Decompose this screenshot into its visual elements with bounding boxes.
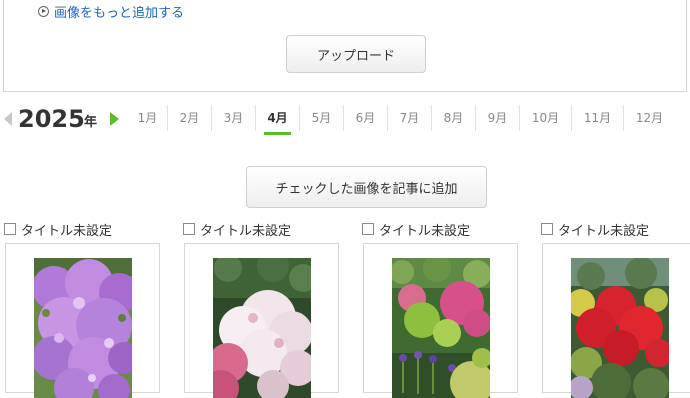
prev-year-arrow-icon[interactable] bbox=[4, 112, 12, 126]
image-card: タイトル未設定 bbox=[183, 218, 343, 398]
image-card: タイトル未設定 bbox=[362, 218, 522, 398]
image-title: タイトル未設定 bbox=[379, 223, 471, 239]
month-tab-7[interactable]: 7月 bbox=[387, 105, 431, 131]
image-thumbnail-frame[interactable] bbox=[542, 243, 690, 398]
month-tab-10[interactable]: 10月 bbox=[519, 105, 571, 131]
month-tab-5[interactable]: 5月 bbox=[299, 105, 343, 131]
month-tab-12[interactable]: 12月 bbox=[623, 105, 675, 131]
image-card: タイトル未設定 bbox=[541, 218, 690, 398]
image-select-checkbox[interactable] bbox=[4, 223, 16, 235]
month-tab-11[interactable]: 11月 bbox=[571, 105, 623, 131]
year-suffix: 年 bbox=[84, 115, 98, 130]
image-title: タイトル未設定 bbox=[200, 223, 292, 239]
year-label: 2025 bbox=[18, 105, 85, 133]
photo-white-azalea[interactable] bbox=[213, 258, 311, 398]
month-tab-3[interactable]: 3月 bbox=[211, 105, 255, 131]
photo-red-azalea[interactable] bbox=[571, 258, 669, 398]
image-title: タイトル未設定 bbox=[558, 223, 650, 239]
month-tab-9[interactable]: 9月 bbox=[475, 105, 519, 131]
image-select-checkbox[interactable] bbox=[362, 223, 374, 235]
image-thumbnail-frame[interactable] bbox=[5, 243, 160, 398]
add-checked-images-button[interactable]: チェックした画像を記事に追加 bbox=[246, 166, 487, 208]
month-tab-1[interactable]: 1月 bbox=[128, 105, 167, 131]
upload-button[interactable]: アップロード bbox=[286, 35, 426, 73]
next-year-arrow-icon[interactable] bbox=[110, 112, 119, 126]
circle-play-icon bbox=[38, 6, 49, 17]
month-navigation: 2025 年 1月 2月 3月 4月 5月 6月 7月 8月 9月 10月 11… bbox=[0, 100, 690, 136]
upload-panel: 画像をもっと追加する アップロード bbox=[3, 0, 687, 92]
month-tab-2[interactable]: 2月 bbox=[167, 105, 211, 131]
photo-pink-azalea-iris[interactable] bbox=[392, 258, 490, 398]
image-thumbnail-frame[interactable] bbox=[363, 243, 518, 398]
month-tabs: 1月 2月 3月 4月 5月 6月 7月 8月 9月 10月 11月 12月 bbox=[128, 105, 675, 135]
month-tab-8[interactable]: 8月 bbox=[431, 105, 475, 131]
image-select-checkbox[interactable] bbox=[183, 223, 195, 235]
month-tab-4[interactable]: 4月 bbox=[255, 105, 299, 135]
month-tab-6[interactable]: 6月 bbox=[343, 105, 387, 131]
image-select-checkbox[interactable] bbox=[541, 223, 553, 235]
add-more-images-label[interactable]: 画像をもっと追加する bbox=[54, 2, 184, 21]
add-more-images-link[interactable]: 画像をもっと追加する bbox=[38, 2, 184, 21]
image-card: タイトル未設定 bbox=[4, 218, 164, 398]
image-title: タイトル未設定 bbox=[21, 223, 113, 239]
image-thumbnail-frame[interactable] bbox=[184, 243, 339, 398]
photo-purple-azalea[interactable] bbox=[34, 258, 132, 398]
